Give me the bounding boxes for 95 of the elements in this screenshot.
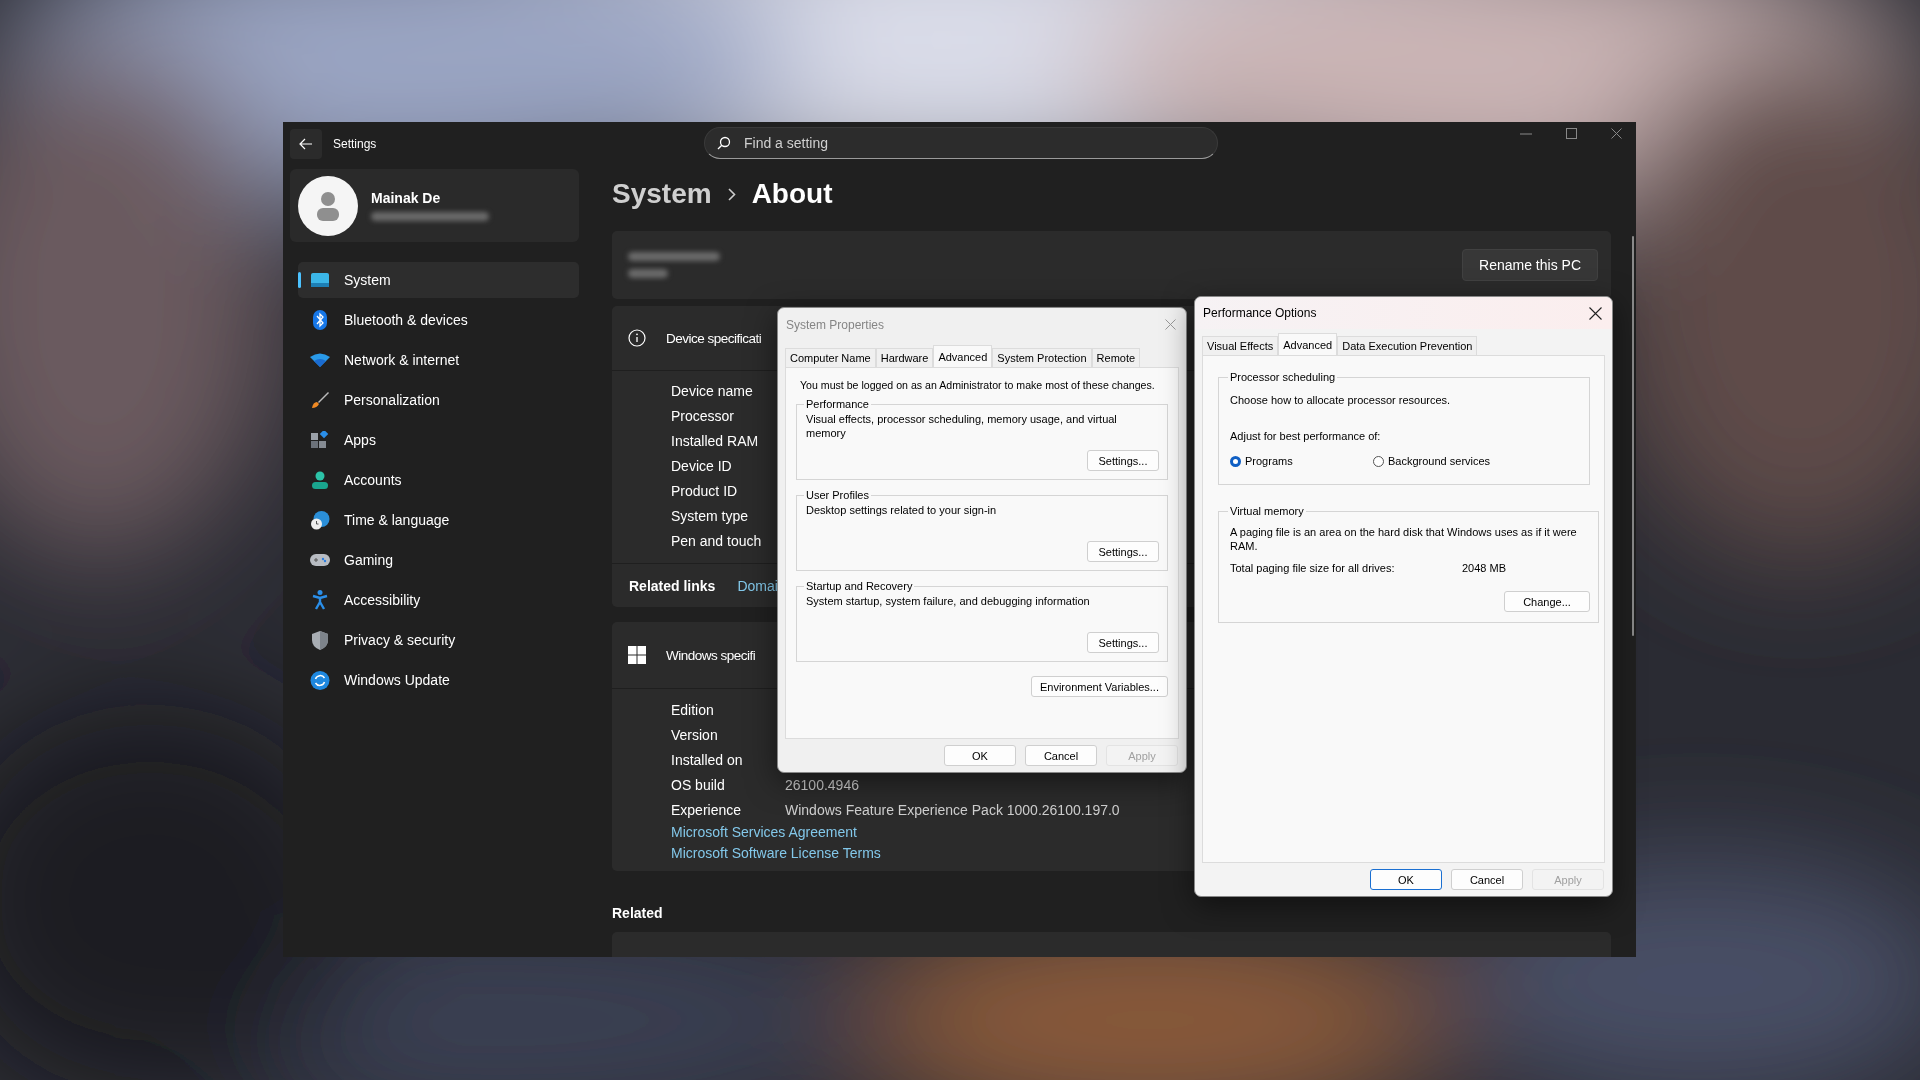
- breadcrumb-parent[interactable]: System: [612, 178, 712, 210]
- profile-card[interactable]: Mainak De: [290, 169, 579, 242]
- gamepad-icon: [310, 553, 330, 567]
- monitor-icon: [310, 273, 330, 287]
- search-icon: [717, 136, 731, 150]
- profile-name: Mainak De: [371, 190, 442, 206]
- notice-text: You must be logged on as an Administrator to make most of these changes.: [799, 378, 1156, 392]
- environment-variables-button[interactable]: Environment Variables...: [1030, 676, 1168, 697]
- chevron-icon: [727, 187, 736, 201]
- windows-logo-icon: [628, 646, 646, 664]
- license-link[interactable]: Microsoft Software License Terms: [671, 843, 881, 864]
- maximize-icon[interactable]: [1566, 128, 1577, 139]
- redacted-text: [628, 269, 668, 278]
- dialog-title: System Properties: [786, 317, 885, 332]
- sidebar-item[interactable]: System: [298, 262, 579, 298]
- apps-icon: [310, 431, 330, 449]
- spec-value: 26100.4946: [785, 776, 859, 793]
- spec-label: OS build: [671, 776, 726, 793]
- sidebar-item[interactable]: Apps: [298, 422, 579, 458]
- close-icon[interactable]: [1589, 306, 1602, 320]
- spec-label: Installed on: [671, 751, 744, 768]
- dialog-button[interactable]: Cancel: [1025, 745, 1097, 766]
- sidebar-item[interactable]: Accounts: [298, 462, 579, 498]
- settings-button[interactable]: Settings...: [1087, 450, 1159, 471]
- prompt-text: Adjust for best performance of:: [1230, 430, 1382, 442]
- search-field[interactable]: Find a setting: [704, 127, 1218, 159]
- group-title: Startup and Recovery: [805, 580, 914, 592]
- group-description: Choose how to allocate processor resources.: [1230, 393, 1452, 407]
- group-description: System startup, system failure, and debugging information: [806, 594, 1091, 608]
- dialog-tab[interactable]: System Protection: [992, 348, 1092, 367]
- settings-button[interactable]: Settings...: [1087, 632, 1159, 653]
- group-description: Desktop settings related to your sign-in: [806, 503, 998, 517]
- dialog-button[interactable]: OK: [944, 745, 1016, 766]
- dialog-tab[interactable]: Data Execution Prevention: [1337, 336, 1478, 355]
- dialog-tab[interactable]: Visual Effects: [1202, 336, 1279, 355]
- sidebar-item[interactable]: Network & internet: [298, 342, 579, 378]
- section-title: Device specificati: [666, 330, 762, 346]
- dialog-tab[interactable]: Computer Name: [785, 348, 876, 367]
- settings-button[interactable]: Settings...: [1087, 541, 1159, 562]
- window-title: Settings: [333, 137, 377, 151]
- sync-icon: [310, 670, 330, 690]
- sidebar-item[interactable]: Gaming: [298, 542, 579, 578]
- page-title: About: [751, 178, 833, 210]
- dialog-title: Performance Options: [1203, 306, 1317, 320]
- group-description: Visual effects, processor scheduling, memory usage, and virtual memory: [806, 412, 1118, 440]
- change-button[interactable]: Change...: [1504, 591, 1590, 612]
- back-arrow-icon: [299, 138, 313, 150]
- sidebar-item[interactable]: Accessibility: [298, 582, 579, 618]
- dialog-tab[interactable]: Remote: [1091, 348, 1141, 367]
- spec-label: Processor: [671, 407, 736, 424]
- spec-label: Device ID: [671, 457, 733, 474]
- accessibility-icon: [310, 590, 330, 610]
- group-title: Virtual memory: [1229, 505, 1305, 517]
- related-link[interactable]: Domai: [737, 577, 778, 594]
- spec-label: Installed RAM: [671, 432, 760, 449]
- sidebar-item[interactable]: Privacy & security: [298, 622, 579, 658]
- radio-option[interactable]: Background services: [1373, 455, 1516, 467]
- group-title: Processor scheduling: [1229, 371, 1337, 383]
- dialog-button[interactable]: Cancel: [1451, 869, 1523, 890]
- spec-label: Version: [671, 726, 719, 743]
- spec-value: Windows Feature Experience Pack 1000.26100.197.0: [785, 801, 1120, 818]
- wifi-icon: [310, 353, 330, 367]
- paging-size-value: 2048 MB: [1462, 562, 1507, 574]
- dialog-tab[interactable]: Advanced: [1278, 333, 1338, 355]
- dialog-button[interactable]: OK: [1370, 869, 1442, 890]
- group-title: Performance: [805, 398, 870, 410]
- shield-icon: [310, 630, 330, 650]
- spec-label: Device name: [671, 382, 754, 399]
- license-link[interactable]: Microsoft Services Agreement: [671, 822, 857, 843]
- spec-label: Edition: [671, 701, 715, 718]
- sidebar-item[interactable]: Bluetooth & devices: [298, 302, 579, 338]
- bluetooth-icon: [310, 310, 330, 330]
- group-description: A paging file is an area on the hard disk that Windows uses as if it were RAM.: [1230, 525, 1578, 553]
- spec-label: Pen and touch: [671, 532, 763, 549]
- sidebar-item[interactable]: Windows Update: [298, 662, 579, 698]
- spec-label: System type: [671, 507, 750, 524]
- dialog-tab[interactable]: Hardware: [875, 348, 934, 367]
- person-icon: [310, 471, 330, 489]
- back-button[interactable]: [290, 129, 322, 159]
- avatar-icon: [298, 175, 358, 236]
- spec-label: Product ID: [671, 482, 739, 499]
- info-icon: [628, 329, 646, 347]
- dialog-tab[interactable]: Advanced: [933, 345, 993, 367]
- rename-pc-button[interactable]: Rename this PC: [1462, 249, 1598, 281]
- related-links-label: Related links: [629, 577, 716, 594]
- group-title: User Profiles: [805, 489, 870, 501]
- brush-icon: [310, 391, 330, 409]
- radio-option[interactable]: Programs: [1230, 455, 1373, 467]
- paging-size-label: Total paging file size for all drives:: [1230, 562, 1396, 574]
- sidebar-item[interactable]: Time & language: [298, 502, 579, 538]
- sidebar-item[interactable]: Personalization: [298, 382, 579, 418]
- globe-clock-icon: [310, 510, 330, 530]
- section-heading: Related: [612, 904, 664, 923]
- spec-label: Experience: [671, 801, 743, 818]
- section-title: Windows specifi: [666, 647, 756, 663]
